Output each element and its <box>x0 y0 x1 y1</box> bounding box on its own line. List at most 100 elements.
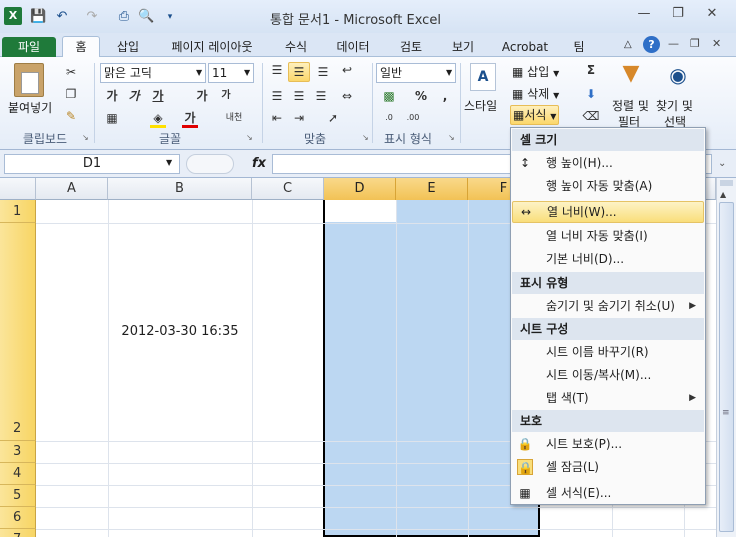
format-painter-icon[interactable]: ✎ <box>62 109 80 123</box>
row-header[interactable]: 5 <box>0 485 36 507</box>
merge-center-icon[interactable]: ⇔ <box>338 89 356 103</box>
menu-item-lock-cell[interactable]: 🔒 셀 잠금(L) <box>512 456 704 478</box>
wrap-text-icon[interactable]: ↩ <box>338 63 356 77</box>
autosum-icon[interactable]: Σ <box>582 63 600 77</box>
print-preview-icon[interactable]: 🔍 <box>138 9 154 25</box>
menu-item-autofit-row[interactable]: 행 높이 자동 맞춤(A) <box>512 175 704 197</box>
menu-item-row-height[interactable]: ↕ 행 높이(H)... <box>512 152 704 174</box>
doc-minimize-icon[interactable]: — <box>668 37 679 50</box>
expand-formula-bar-icon[interactable]: ⌄ <box>718 158 726 169</box>
corner-select-all[interactable] <box>0 178 36 200</box>
doc-restore-icon[interactable]: ❐ <box>690 37 700 50</box>
row-header[interactable]: 1 <box>0 200 36 223</box>
tab-acrobat[interactable]: Acrobat <box>498 37 552 57</box>
grow-font-button[interactable]: 가 <box>194 89 210 103</box>
scroll-thumb[interactable] <box>719 202 734 532</box>
find-select-label[interactable]: 찾기 및 <box>656 97 693 114</box>
font-name-select[interactable]: 맑은 고딕 <box>100 63 206 83</box>
row-header[interactable]: 3 <box>0 441 36 463</box>
column-header[interactable]: B <box>108 178 252 200</box>
tab-page-layout[interactable]: 페이지 레이아웃 <box>162 37 262 57</box>
find-select-icon[interactable]: ◉ <box>664 63 692 89</box>
styles-button[interactable]: 스타일 <box>464 97 497 114</box>
clear-icon[interactable]: ⌫ <box>582 109 600 123</box>
fill-icon[interactable]: ⬇ <box>582 87 600 101</box>
menu-item-hide-unhide[interactable]: 숨기기 및 숨기기 취소(U) ▶ <box>512 295 704 317</box>
currency-icon[interactable]: ▩ <box>380 89 398 103</box>
tab-team[interactable]: 팀 <box>564 37 594 57</box>
menu-item-protect-sheet[interactable]: 🔒 시트 보호(P)... <box>512 433 704 455</box>
column-header[interactable]: E <box>396 178 468 200</box>
menu-item-format-cells[interactable]: ▦ 셀 서식(E)... <box>512 482 704 504</box>
number-launcher-icon[interactable]: ↘ <box>448 133 455 142</box>
restore-icon[interactable]: ❐ <box>666 5 690 23</box>
minimize-icon[interactable]: — <box>632 5 656 23</box>
phonetic-button[interactable]: 내천 <box>222 111 246 125</box>
font-name-dropdown-icon[interactable]: ▼ <box>196 68 202 77</box>
border-icon[interactable]: ▦ <box>104 111 120 125</box>
redo-icon[interactable]: ↷ <box>84 9 100 25</box>
align-center-icon[interactable]: ☰ <box>290 89 308 103</box>
comma-button[interactable]: , <box>438 89 452 103</box>
styles-icon[interactable]: A <box>470 63 496 91</box>
align-launcher-icon[interactable]: ↘ <box>362 133 369 142</box>
clipboard-launcher-icon[interactable]: ↘ <box>82 133 89 142</box>
tab-insert[interactable]: 삽입 <box>108 37 148 57</box>
number-format-dropdown-icon[interactable]: ▼ <box>446 68 452 77</box>
cells-delete-button[interactable]: ▦ 삭제 ▼ <box>512 85 559 102</box>
bold-button[interactable]: 가 <box>104 89 120 103</box>
underline-button[interactable]: 가 <box>150 89 166 103</box>
number-format-select[interactable]: 일반 <box>376 63 456 83</box>
split-box-icon[interactable] <box>720 180 733 186</box>
menu-item-default-width[interactable]: 기본 너비(D)... <box>512 248 704 270</box>
align-middle-icon[interactable]: ☰ <box>288 62 310 82</box>
tab-review[interactable]: 검토 <box>392 37 430 57</box>
menu-item-tab-color[interactable]: 탭 색(T) ▶ <box>512 387 704 409</box>
column-header[interactable]: A <box>36 178 108 200</box>
decrease-decimal-icon[interactable]: .00 <box>404 111 422 125</box>
help-icon[interactable]: ? <box>643 36 660 53</box>
excel-logo-icon[interactable]: X <box>4 7 22 25</box>
undo-icon[interactable]: ↶ <box>54 9 70 25</box>
font-size-dropdown-icon[interactable]: ▼ <box>244 68 250 77</box>
doc-close-icon[interactable]: ✕ <box>712 37 721 50</box>
menu-item-rename-sheet[interactable]: 시트 이름 바꾸기(R) <box>512 341 704 363</box>
tab-data[interactable]: 데이터 <box>330 37 376 57</box>
orientation-icon[interactable]: ➚ <box>324 111 342 125</box>
font-launcher-icon[interactable]: ↘ <box>246 133 253 142</box>
tab-file[interactable]: 파일 <box>2 37 56 57</box>
name-box[interactable]: D1 <box>4 154 180 174</box>
copy-icon[interactable]: ❐ <box>62 87 80 101</box>
paste-icon[interactable] <box>14 63 44 97</box>
menu-item-column-width[interactable]: ↔ 열 너비(W)... <box>512 201 704 223</box>
row-header[interactable]: 4 <box>0 463 36 485</box>
align-bottom-icon[interactable]: ☰ <box>314 65 332 79</box>
vertical-scrollbar[interactable]: ▲ ≡ <box>716 178 736 537</box>
sort-filter-icon[interactable]: ▼ <box>618 61 644 91</box>
sort-filter-label[interactable]: 정렬 및 <box>612 97 649 114</box>
align-top-icon[interactable]: ☰ <box>268 63 286 77</box>
customize-qat-icon[interactable]: ▾ <box>162 9 178 25</box>
fill-color-icon[interactable]: ◈ <box>150 111 166 128</box>
close-icon[interactable]: ✕ <box>700 5 724 23</box>
italic-button[interactable]: 가 <box>126 89 142 103</box>
cut-icon[interactable]: ✂ <box>64 65 78 79</box>
percent-button[interactable]: % <box>414 89 428 103</box>
tab-home[interactable]: 홈 <box>62 36 100 57</box>
cells-insert-button[interactable]: ▦ 삽입 ▼ <box>512 63 559 80</box>
row-header[interactable]: 6 <box>0 507 36 529</box>
increase-indent-icon[interactable]: ⇥ <box>290 111 308 125</box>
decrease-indent-icon[interactable]: ⇤ <box>268 111 286 125</box>
cells-format-button[interactable]: ▦서식 ▼ <box>510 105 560 125</box>
font-color-button[interactable]: 가 <box>182 111 198 128</box>
shrink-font-button[interactable]: 가 <box>218 89 234 103</box>
row-header[interactable]: 7 <box>0 529 36 537</box>
insert-function-icon[interactable]: fx <box>252 156 266 171</box>
paste-button[interactable]: 붙여넣기 <box>8 99 52 116</box>
column-header[interactable]: D <box>324 178 396 200</box>
menu-item-autofit-column[interactable]: 열 너비 자동 맞춤(I) <box>512 225 704 247</box>
increase-decimal-icon[interactable]: .0 <box>380 111 398 125</box>
name-box-dropdown-icon[interactable]: ▼ <box>166 158 172 167</box>
tab-formulas[interactable]: 수식 <box>276 37 316 57</box>
minimize-ribbon-icon[interactable]: △ <box>624 39 632 50</box>
